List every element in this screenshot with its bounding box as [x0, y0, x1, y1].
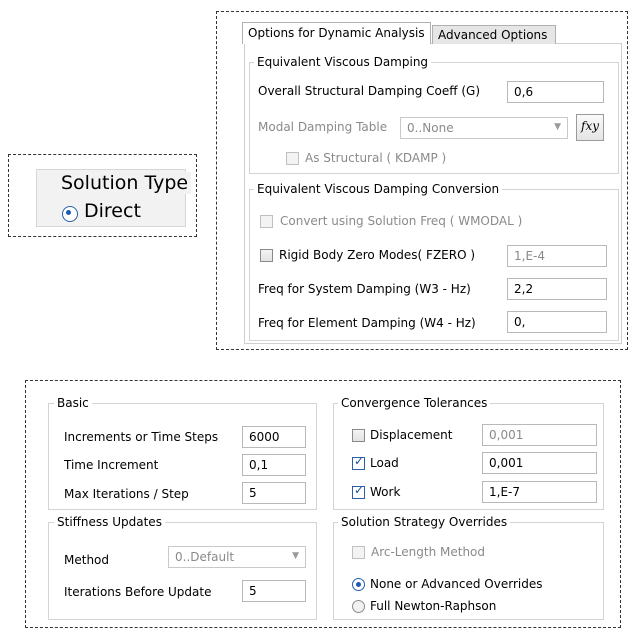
as-structural-checkbox[interactable]: [286, 152, 299, 165]
none-overrides-radio[interactable]: [352, 578, 365, 591]
work-input[interactable]: 1,E-7: [482, 481, 597, 503]
rigid-body-label: Rigid Body Zero Modes( FZERO ): [279, 248, 476, 262]
iterations-before-update-input[interactable]: 5: [242, 580, 306, 602]
displacement-checkbox[interactable]: [352, 429, 365, 442]
overall-damping-label: Overall Structural Damping Coeff (G): [258, 84, 481, 98]
time-increment-label: Time Increment: [64, 458, 159, 472]
viscous-damping-title: Equivalent Viscous Damping: [254, 55, 432, 69]
displacement-input[interactable]: 0,001: [482, 424, 597, 446]
as-structural-label: As Structural ( KDAMP ): [305, 151, 447, 165]
load-input[interactable]: 0,001: [482, 452, 597, 474]
damping-conversion-title: Equivalent Viscous Damping Conversion: [254, 182, 503, 196]
solution-type-title: Solution Type: [58, 172, 192, 194]
work-label: Work: [370, 485, 401, 499]
direct-radio[interactable]: [62, 206, 78, 222]
arc-length-label: Arc-Length Method: [371, 545, 486, 559]
tab-options-dynamic[interactable]: Options for Dynamic Analysis: [242, 22, 431, 44]
w4-label: Freq for Element Damping (W4 - Hz): [258, 316, 476, 330]
max-iterations-input[interactable]: 5: [242, 482, 306, 504]
stiffness-group: [48, 522, 317, 620]
tab-advanced-options[interactable]: Advanced Options: [432, 25, 556, 44]
method-label: Method: [64, 553, 110, 567]
convergence-title: Convergence Tolerances: [338, 396, 491, 410]
direct-label: Direct: [84, 200, 141, 222]
iterations-before-update-label: Iterations Before Update: [64, 585, 212, 599]
modal-damping-select[interactable]: 0..None ▼: [400, 117, 568, 139]
none-overrides-label: None or Advanced Overrides: [370, 577, 543, 591]
overall-damping-input[interactable]: 0,6: [507, 81, 604, 103]
max-iterations-label: Max Iterations / Step: [64, 487, 189, 501]
time-increment-input[interactable]: 0,1: [242, 454, 306, 476]
modal-damping-label: Modal Damping Table: [258, 120, 388, 134]
strategy-title: Solution Strategy Overrides: [338, 515, 511, 529]
convert-wmodal-label: Convert using Solution Freq ( WMODAL ): [280, 214, 523, 228]
load-label: Load: [370, 456, 399, 470]
method-value: 0..Default: [175, 550, 235, 564]
w4-input[interactable]: 0,: [507, 311, 607, 333]
rigid-body-checkbox[interactable]: [260, 249, 273, 262]
increments-label: Increments or Time Steps: [64, 430, 219, 444]
modal-damping-value: 0..None: [407, 121, 454, 135]
w3-label: Freq for System Damping (W3 - Hz): [258, 282, 471, 296]
fzero-input[interactable]: 1,E-4: [507, 245, 607, 267]
chevron-down-icon: ▼: [554, 122, 561, 132]
increments-input[interactable]: 6000: [242, 426, 306, 448]
full-newton-label: Full Newton-Raphson: [370, 599, 497, 613]
convert-wmodal-checkbox[interactable]: [260, 215, 273, 228]
fxy-function-button[interactable]: fxy: [576, 114, 604, 141]
work-checkbox[interactable]: [352, 483, 365, 499]
basic-title: Basic: [54, 396, 92, 410]
chevron-down-icon: ▼: [292, 551, 299, 561]
displacement-label: Displacement: [370, 428, 453, 442]
fxy-icon: fxy: [581, 119, 599, 133]
w3-input[interactable]: 2,2: [507, 278, 607, 300]
arc-length-checkbox[interactable]: [352, 546, 365, 559]
method-select[interactable]: 0..Default ▼: [168, 546, 306, 568]
stiffness-title: Stiffness Updates: [54, 515, 165, 529]
full-newton-radio[interactable]: [352, 600, 365, 613]
load-checkbox[interactable]: [352, 454, 365, 470]
